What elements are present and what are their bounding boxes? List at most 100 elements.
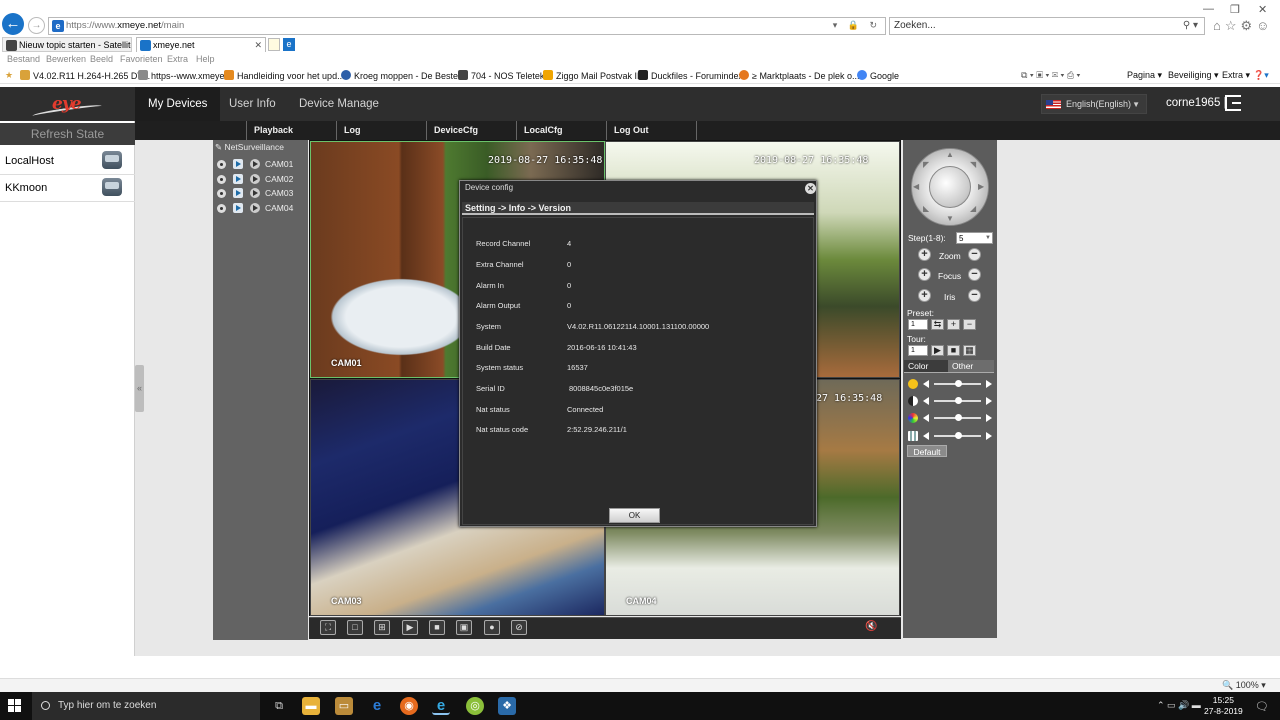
favorites-star-icon[interactable]: ★: [5, 70, 13, 81]
toolbar-devicecfg[interactable]: DeviceCfg: [426, 121, 517, 140]
nav-user-info[interactable]: User Info: [216, 87, 289, 121]
iris-close-button[interactable]: −: [968, 289, 981, 302]
menu-extra-cmd[interactable]: Extra ▾: [1222, 70, 1250, 81]
saturation-slider[interactable]: [908, 412, 992, 424]
record-icon[interactable]: [217, 175, 226, 184]
menu-bewerken[interactable]: Bewerken: [46, 54, 86, 64]
toolbar-localcfg[interactable]: LocalCfg: [516, 121, 607, 140]
tour-play-button[interactable]: ▶: [931, 345, 944, 356]
menu-help[interactable]: Help: [196, 54, 215, 64]
ptz-right-arrow-icon[interactable]: ▶: [978, 182, 984, 191]
fullscreen-icon[interactable]: ⛶: [320, 620, 336, 635]
decrease-icon[interactable]: [923, 397, 929, 405]
ptz-downright-arrow-icon[interactable]: ◢: [970, 204, 976, 213]
preset-goto-button[interactable]: ⇆: [931, 319, 944, 330]
task-view-icon[interactable]: ⧉: [270, 697, 288, 715]
edge-taskbar-icon[interactable]: e: [368, 697, 386, 715]
favorite-item[interactable]: Ziggo Mail Postvak IN: [543, 70, 644, 81]
forward-button[interactable]: →: [28, 17, 45, 34]
mute-icon[interactable]: 🔇: [865, 621, 877, 632]
play-icon[interactable]: [233, 188, 243, 198]
record-icon[interactable]: [217, 160, 226, 169]
device-item-localhost[interactable]: LocalHost: [0, 148, 135, 175]
favorite-item[interactable]: V4.02.R11 H.264-H.265 DV...: [20, 70, 150, 81]
nav-device-manage[interactable]: Device Manage: [286, 87, 392, 121]
ptz-upleft-arrow-icon[interactable]: ◤: [923, 160, 929, 169]
ptz-left-arrow-icon[interactable]: ◀: [913, 182, 919, 191]
channel-row[interactable]: CAM01: [215, 157, 305, 171]
decrease-icon[interactable]: [923, 414, 929, 422]
favorite-item[interactable]: 704 - NOS Teletekst: [458, 70, 551, 81]
step-select[interactable]: 5 ▼: [956, 232, 993, 244]
kodi-icon[interactable]: ❖: [498, 697, 516, 715]
increase-icon[interactable]: [986, 432, 992, 440]
play-icon[interactable]: [233, 203, 243, 213]
tab-other[interactable]: Other: [948, 360, 994, 372]
ptz-downleft-arrow-icon[interactable]: ◣: [923, 204, 929, 213]
favorite-item[interactable]: Kroeg moppen - De Beste ...: [341, 70, 468, 81]
nav-my-devices[interactable]: My Devices: [135, 87, 221, 121]
tour-grid-button[interactable]: ▦: [963, 345, 976, 356]
menu-extra[interactable]: Extra: [167, 54, 188, 64]
menu-favorieten[interactable]: Favorieten: [120, 54, 163, 64]
hue-slider[interactable]: [908, 430, 992, 442]
ptz-down-arrow-icon[interactable]: ▼: [946, 214, 954, 223]
logout-icon[interactable]: [1225, 95, 1241, 111]
edge-icon[interactable]: e: [283, 38, 295, 51]
iris-open-button[interactable]: +: [918, 289, 931, 302]
tray-icons[interactable]: ⌃ ▭ 🔊 ▬: [1157, 700, 1201, 711]
slider-knob[interactable]: [954, 380, 962, 387]
help-icon[interactable]: ❓▾: [1253, 70, 1269, 81]
toolbar-playback[interactable]: Playback: [246, 121, 337, 140]
ie-taskbar-icon[interactable]: e: [432, 697, 450, 715]
back-button[interactable]: ←: [2, 13, 24, 35]
toolbar-log[interactable]: Log: [336, 121, 427, 140]
zoom-out-button[interactable]: −: [968, 248, 981, 261]
close-all-icon[interactable]: ■: [429, 620, 445, 635]
channel-row[interactable]: CAM03: [215, 186, 305, 200]
contrast-slider[interactable]: [908, 395, 992, 407]
favorite-item[interactable]: Handleiding voor het upd...: [224, 70, 345, 81]
record-all-icon[interactable]: ●: [484, 620, 500, 635]
increase-icon[interactable]: [986, 414, 992, 422]
favorite-item[interactable]: Google: [857, 70, 899, 81]
decrease-icon[interactable]: [923, 380, 929, 388]
search-icon[interactable]: ⚲ ▾: [1183, 20, 1198, 31]
firefox-icon[interactable]: ◉: [400, 697, 418, 715]
play-icon[interactable]: [233, 174, 243, 184]
increase-icon[interactable]: [986, 397, 992, 405]
tab-color[interactable]: Color: [904, 360, 948, 372]
open-stream-icon[interactable]: [250, 159, 260, 169]
preset-input[interactable]: 1: [908, 319, 928, 330]
file-explorer-icon[interactable]: ▬: [302, 697, 320, 715]
collapse-sidebar-button[interactable]: «: [135, 365, 144, 412]
preset-add-button[interactable]: +: [947, 319, 960, 330]
close-window-icon[interactable]: ✕: [1258, 3, 1267, 16]
menu-beveiliging[interactable]: Beveiliging ▾: [1168, 70, 1219, 81]
open-stream-icon[interactable]: [250, 188, 260, 198]
menu-bestand[interactable]: Bestand: [7, 54, 40, 64]
zoom-in-button[interactable]: +: [918, 248, 931, 261]
focus-out-button[interactable]: −: [968, 268, 981, 281]
refresh-state-button[interactable]: Refresh State: [0, 123, 135, 145]
notification-icon[interactable]: 🗨: [1255, 700, 1269, 713]
home-star-gear-icons[interactable]: ⌂☆⚙☺: [1213, 18, 1273, 34]
brightness-slider[interactable]: [908, 378, 992, 390]
address-bar[interactable]: e https://www.xmeye.net/main ▾ 🔒 ↻: [48, 17, 886, 35]
windows-start-icon[interactable]: [8, 699, 22, 713]
command-bar-icons[interactable]: ⧉ ▾ ▣ ▾ ✉ ▾ ⎙ ▾: [1021, 70, 1080, 81]
address-bar-icons[interactable]: ▾ 🔒 ↻: [833, 20, 881, 31]
new-tab-button[interactable]: [268, 38, 280, 51]
open-stream-icon[interactable]: [250, 174, 260, 184]
favorite-item[interactable]: Duckfiles - Forumindex: [638, 70, 743, 81]
restore-icon[interactable]: ❐: [1230, 3, 1240, 16]
language-select[interactable]: English(English) ▼: [1041, 94, 1147, 114]
favorite-item[interactable]: https--www.xmeye: [138, 70, 225, 81]
menu-pagina[interactable]: Pagina ▾: [1127, 70, 1162, 81]
tour-input[interactable]: 1: [908, 345, 928, 356]
decrease-icon[interactable]: [923, 432, 929, 440]
ptz-up-arrow-icon[interactable]: ▲: [946, 150, 954, 159]
default-button[interactable]: Default: [907, 445, 947, 457]
search-box[interactable]: Zoeken... ⚲ ▾: [889, 17, 1205, 35]
taskbar-search[interactable]: Typ hier om te zoeken: [32, 692, 260, 720]
